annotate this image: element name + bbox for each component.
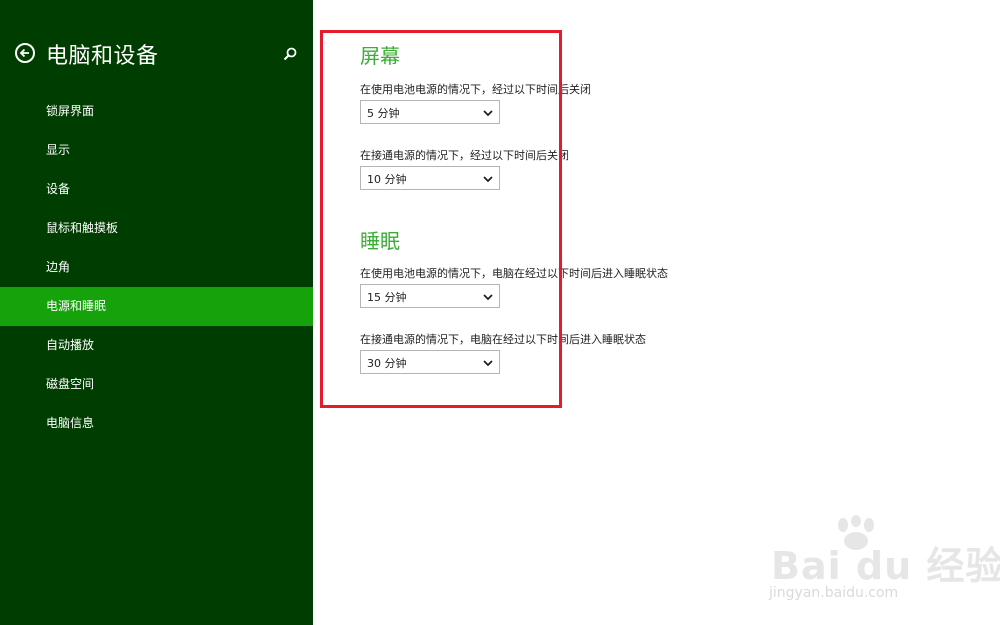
chevron-down-icon [483,360,493,367]
sidebar-title: 电脑和设备 [46,44,159,69]
sleep-battery-value: 15 分钟 [367,291,407,304]
back-button[interactable] [15,43,35,63]
watermark-url: jingyan.baidu.com [769,585,899,601]
sidebar-item-mouse-touchpad[interactable]: 鼠标和触摸板 [0,209,313,248]
screen-battery-label: 在使用电池电源的情况下，经过以下时间后关闭 [360,83,591,96]
screen-plugged-select[interactable]: 10 分钟 [360,166,500,190]
back-arrow-icon [19,48,29,58]
chevron-down-icon [483,110,493,117]
sidebar-item-disk-space[interactable]: 磁盘空间 [0,365,313,404]
sidebar: 电脑和设备 锁屏界面 显示 设备 鼠标和触摸板 边角 电源和睡眠 自动播放 磁盘… [0,0,313,625]
sidebar-item-power-sleep[interactable]: 电源和睡眠 [0,287,313,326]
chevron-down-icon [483,294,493,301]
sidebar-item-lock-screen[interactable]: 锁屏界面 [0,92,313,131]
sidebar-item-display[interactable]: 显示 [0,131,313,170]
sidebar-nav: 锁屏界面 显示 设备 鼠标和触摸板 边角 电源和睡眠 自动播放 磁盘空间 电脑信… [0,92,313,443]
sleep-plugged-select[interactable]: 30 分钟 [360,350,500,374]
sleep-section-title: 睡眠 [360,229,400,253]
sidebar-item-pc-info[interactable]: 电脑信息 [0,404,313,443]
screen-section-title: 屏幕 [360,44,400,68]
sleep-plugged-label: 在接通电源的情况下，电脑在经过以下时间后进入睡眠状态 [360,333,646,346]
pc-settings-window: 电脑和设备 锁屏界面 显示 设备 鼠标和触摸板 边角 电源和睡眠 自动播放 磁盘… [0,0,1000,625]
screen-battery-select[interactable]: 5 分钟 [360,100,500,124]
search-icon [283,47,297,61]
chevron-down-icon [483,176,493,183]
sleep-battery-select[interactable]: 15 分钟 [360,284,500,308]
sleep-plugged-value: 30 分钟 [367,357,407,370]
search-button[interactable] [282,46,298,62]
sidebar-item-devices[interactable]: 设备 [0,170,313,209]
screen-plugged-label: 在接通电源的情况下，经过以下时间后关闭 [360,149,569,162]
sidebar-item-corners[interactable]: 边角 [0,248,313,287]
sleep-battery-label: 在使用电池电源的情况下，电脑在经过以下时间后进入睡眠状态 [360,267,668,280]
watermark-brand: Bai du 经验 [771,544,1000,588]
baidu-jingyan-watermark: Bai du 经验 jingyan.baidu.com [765,515,1000,610]
screen-plugged-value: 10 分钟 [367,173,407,186]
screen-battery-value: 5 分钟 [367,107,400,120]
sidebar-item-autoplay[interactable]: 自动播放 [0,326,313,365]
